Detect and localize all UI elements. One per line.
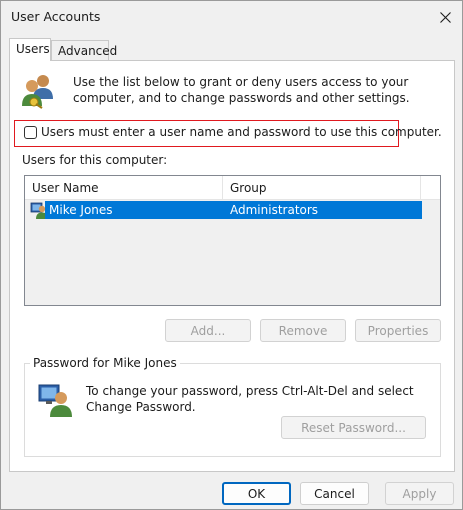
- apply-button[interactable]: Apply: [385, 482, 454, 505]
- row-user-name: Mike Jones: [49, 203, 113, 217]
- intro-text: Use the list below to grant or deny user…: [73, 75, 410, 105]
- require-login-checkbox[interactable]: [24, 126, 37, 139]
- add-button[interactable]: Add...: [165, 319, 251, 342]
- table-row[interactable]: Mike Jones Administrators: [45, 201, 422, 219]
- users-icon: [22, 75, 53, 109]
- close-button[interactable]: [428, 1, 462, 33]
- users-list-label: Users for this computer:: [22, 153, 168, 167]
- cancel-button[interactable]: Cancel: [300, 482, 369, 505]
- user-key-icon: [38, 384, 72, 417]
- remove-button[interactable]: Remove: [260, 319, 346, 342]
- tab-advanced[interactable]: Advanced: [51, 40, 117, 60]
- user-accounts-window: User Accounts Users Advanced Use the lis…: [0, 0, 463, 510]
- tab-users[interactable]: Users: [9, 38, 51, 61]
- listview-header: User Name Group: [25, 176, 440, 200]
- users-listview[interactable]: User Name Group Mike Jones Administrator…: [24, 175, 441, 306]
- require-login-label[interactable]: Users must enter a user name and passwor…: [41, 125, 442, 139]
- title-bar: User Accounts: [1, 1, 462, 33]
- password-instructions: To change your password, press Ctrl-Alt-…: [86, 384, 414, 414]
- password-group-title: Password for Mike Jones: [30, 356, 180, 370]
- column-header-group[interactable]: Group: [223, 176, 421, 199]
- ok-button[interactable]: OK: [222, 482, 291, 505]
- window-title: User Accounts: [11, 9, 101, 24]
- column-header-user-name[interactable]: User Name: [25, 176, 223, 199]
- close-icon: [439, 11, 451, 23]
- reset-password-button[interactable]: Reset Password...: [281, 416, 426, 439]
- properties-button[interactable]: Properties: [355, 319, 441, 342]
- row-group: Administrators: [230, 203, 319, 217]
